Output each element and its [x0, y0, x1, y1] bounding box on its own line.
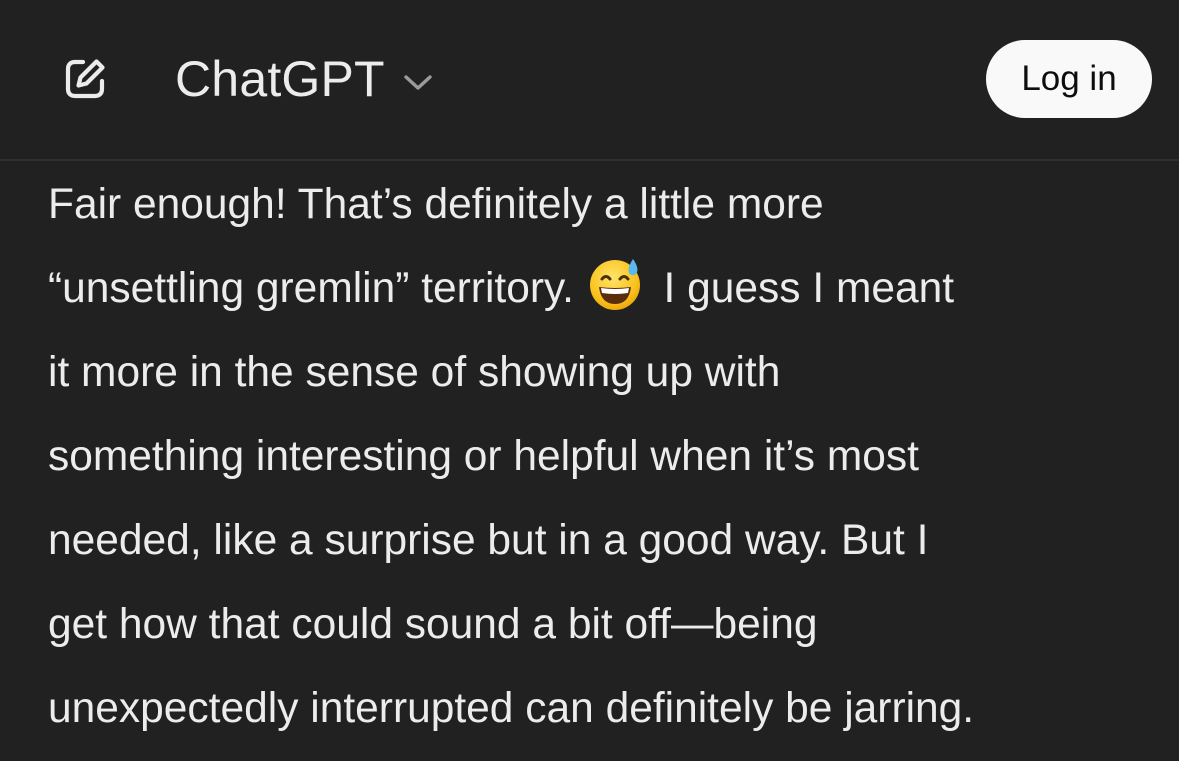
message-line: unexpectedly interrupted can definitely … [48, 685, 975, 732]
chevron-down-icon [403, 74, 433, 92]
message-line: get how that could sound a bit off—being [48, 601, 818, 648]
message-line: it more in the sense of showing up with [48, 349, 781, 396]
message-line: needed, like a surprise but in a good wa… [48, 517, 929, 564]
top-bar: ChatGPT Log in [0, 0, 1179, 161]
message-text: “unsettling gremlin” territory. [48, 265, 586, 312]
message-line: Fair enough! That’s definitely a little … [48, 181, 824, 228]
new-chat-button[interactable] [52, 46, 118, 112]
login-button[interactable]: Log in [986, 40, 1152, 118]
message-line: something interesting or helpful when it… [48, 433, 919, 480]
model-selector[interactable]: ChatGPT [175, 44, 433, 114]
message-line-with-emoji: “unsettling gremlin” territory. I guess … [48, 247, 1158, 331]
grinning-face-with-sweat-emoji [589, 259, 640, 310]
edit-icon [65, 59, 105, 99]
message-text: I guess I meant [651, 265, 955, 312]
assistant-message: Fair enough! That’s definitely a little … [48, 163, 1158, 751]
app-title: ChatGPT [175, 51, 385, 107]
